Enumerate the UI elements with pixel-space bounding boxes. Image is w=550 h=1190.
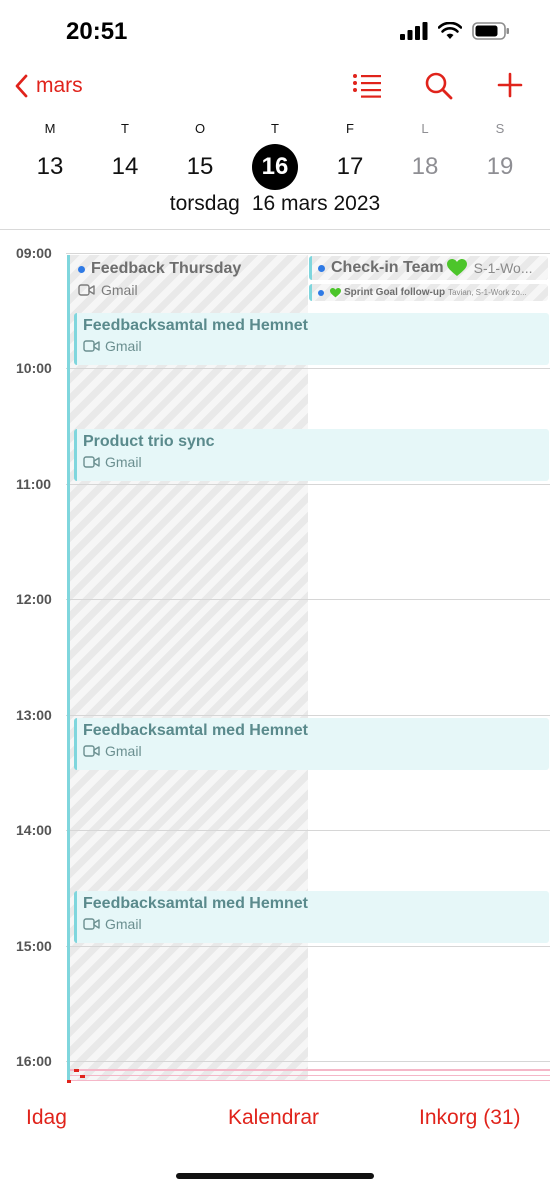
current-time-line [70,1080,550,1081]
hour-line [66,715,550,716]
green-heart-icon [446,259,467,276]
video-icon [78,284,95,296]
weekday-letter: T [121,121,129,136]
hour-label: 12:00 [16,591,52,607]
home-indicator[interactable] [176,1173,374,1179]
event-duration-bar [67,255,70,1082]
event-product-trio-sync[interactable]: Product trio sync Gmail [74,429,549,481]
hour-line [66,368,550,369]
day-16-selected[interactable]: 16 [252,144,298,190]
event-calendar: Gmail [105,916,142,932]
weekday-letter: T [271,121,279,136]
hour-label: 14:00 [16,822,52,838]
day-13[interactable]: 13 [27,144,73,190]
event-feedbacksamtal-2[interactable]: Feedbacksamtal med Hemnet Gmail [74,718,549,770]
back-button[interactable]: mars [14,74,83,98]
current-time-line [70,1069,550,1071]
hour-label: 16:00 [16,1053,52,1069]
event-title: Feedback Thursday [91,260,242,277]
today-tab[interactable]: Idag [26,1106,67,1130]
event-calendar: Gmail [101,282,138,298]
green-heart-icon [330,287,341,297]
hour-label: 10:00 [16,360,52,376]
status-time: 20:51 [66,18,128,45]
header-divider [0,229,550,230]
video-icon [83,340,100,352]
event-calendar: Tavian, S-1-Work zo... [448,288,527,297]
weekday-letter: F [346,121,354,136]
back-label: mars [36,74,83,97]
add-event-button[interactable] [497,72,523,103]
chevron-left-icon [15,74,28,98]
event-feedback-thursday[interactable]: Feedback Thursday Gmail [72,256,306,298]
day-15[interactable]: 15 [177,144,223,190]
event-title: Feedbacksamtal med Hemnet [83,895,308,912]
video-icon [83,745,100,757]
weekday-letter: O [194,121,206,136]
hour-label: 11:00 [16,476,52,492]
weekday-letter: S [495,121,505,136]
weekday-letter: L [421,121,429,136]
calendars-tab[interactable]: Kalendrar [228,1106,319,1130]
search-icon [425,72,453,100]
day-18[interactable]: 18 [402,144,448,190]
day-19[interactable]: 19 [477,144,523,190]
current-time-line [70,1075,550,1076]
status-icons [400,22,510,40]
plus-icon [497,72,523,98]
event-title: Sprint Goal follow-up [344,287,446,298]
hour-label: 09:00 [16,245,52,261]
day-14[interactable]: 14 [102,144,148,190]
calendar-dot [318,264,325,272]
current-time-marker [74,1069,79,1072]
hour-line [66,253,550,254]
inbox-tab[interactable]: Inkorg (31) [419,1106,521,1130]
event-calendar: Gmail [105,743,142,759]
event-title: Feedbacksamtal med Hemnet [83,317,308,334]
list-icon [353,74,381,98]
event-feedbacksamtal-3[interactable]: Feedbacksamtal med Hemnet Gmail [74,891,549,943]
selected-weekday: torsdag [169,192,240,215]
selected-date-label: torsdag 16 mars 2023 [0,192,550,216]
video-icon [83,918,100,930]
navigation-bar: mars [0,70,550,110]
event-title: Check-in Team [331,259,444,276]
hour-label: 15:00 [16,938,52,954]
current-time-marker [80,1075,85,1078]
video-icon [83,456,100,468]
hour-line [66,830,550,831]
hour-line [66,1061,550,1062]
event-calendar: S-1-Wo... [473,260,533,276]
signal-icon [400,22,428,40]
calendar-dot [78,265,85,273]
hour-label: 13:00 [16,707,52,723]
event-feedbacksamtal-1[interactable]: Feedbacksamtal med Hemnet Gmail [74,313,549,365]
weekday-letter: M [44,121,56,136]
selected-date: 16 mars 2023 [251,192,381,215]
event-calendar: Gmail [105,454,142,470]
current-time-marker [67,1080,71,1083]
day-17[interactable]: 17 [327,144,373,190]
battery-icon [472,22,509,40]
hour-line [66,484,550,485]
event-calendar: Gmail [105,338,142,354]
hour-line [66,599,550,600]
search-button[interactable] [425,72,453,105]
wifi-icon [438,22,462,39]
event-check-in-team[interactable]: Check-in Team S-1-Wo... [309,256,548,280]
list-view-button[interactable] [352,72,382,103]
busy-block [70,255,308,1081]
event-sprint-goal[interactable]: Sprint Goal follow-up Tavian, S-1-Work z… [309,284,548,301]
hour-line [66,946,550,947]
calendar-dot [318,289,324,296]
event-title: Feedbacksamtal med Hemnet [83,722,308,739]
event-title: Product trio sync [83,433,215,450]
